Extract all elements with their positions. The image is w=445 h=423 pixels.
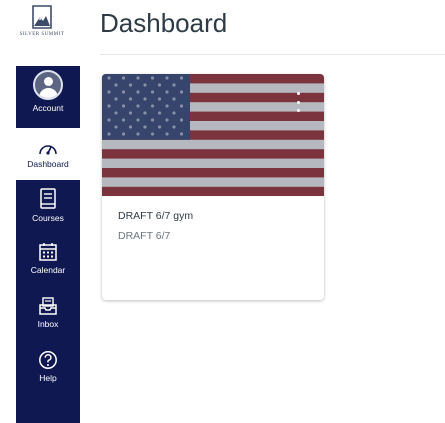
- us-flag-image: [102, 74, 324, 196]
- kebab-menu-icon[interactable]: [294, 92, 302, 112]
- global-nav: Account Dashboard Courses Calendar Inbox…: [16, 66, 80, 423]
- header-divider: [100, 54, 445, 55]
- course-title[interactable]: DRAFT 6/7 gym: [118, 210, 193, 222]
- help-icon: [39, 351, 57, 369]
- page-title: Dashboard: [100, 8, 228, 38]
- nav-item-label: Help: [39, 373, 57, 383]
- nav-item-label: Calendar: [30, 265, 66, 275]
- nav-item-label: Account: [32, 103, 64, 113]
- calendar-icon: [39, 243, 57, 261]
- account-icon: [33, 70, 63, 100]
- course-subtitle: DRAFT 6/7: [118, 230, 171, 242]
- nav-item-courses[interactable]: Courses: [16, 188, 80, 234]
- nav-item-label: Courses: [32, 213, 64, 223]
- dashboard-icon: [39, 144, 57, 155]
- top-bar: SILVER SUMMIT Dashboard: [0, 0, 445, 62]
- logo-text: SILVER SUMMIT: [19, 32, 65, 37]
- nav-item-help[interactable]: Help: [16, 350, 80, 396]
- nav-item-dashboard[interactable]: Dashboard: [16, 128, 80, 180]
- school-logo[interactable]: SILVER SUMMIT: [14, 4, 70, 58]
- inbox-icon: [39, 297, 57, 315]
- courses-icon: [40, 188, 56, 209]
- nav-item-inbox[interactable]: Inbox: [16, 296, 80, 342]
- course-card[interactable]: DRAFT 6/7 gym DRAFT 6/7: [102, 74, 324, 300]
- nav-item-account[interactable]: Account: [16, 70, 80, 126]
- nav-item-label: Dashboard: [27, 158, 69, 169]
- mountain-logo-icon: [32, 5, 52, 29]
- nav-item-calendar[interactable]: Calendar: [16, 242, 80, 288]
- nav-item-label: Inbox: [37, 319, 59, 329]
